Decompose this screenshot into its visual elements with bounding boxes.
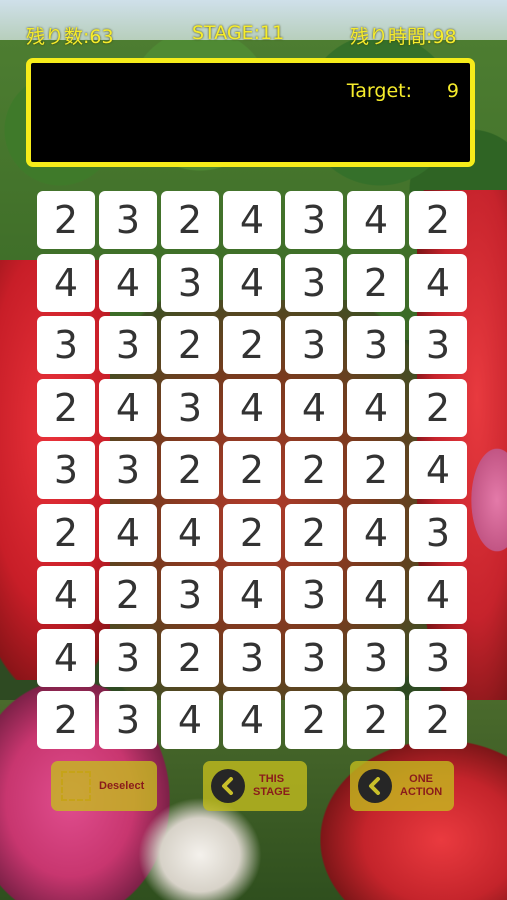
selection-square-icon: [61, 771, 91, 801]
undo-action-button[interactable]: ONE ACTION: [350, 761, 454, 811]
number-tile[interactable]: 2: [37, 691, 95, 749]
target-label: Target:: [346, 80, 412, 102]
number-tile[interactable]: 4: [161, 691, 219, 749]
number-tile[interactable]: 4: [409, 566, 467, 624]
number-tile[interactable]: 2: [347, 691, 405, 749]
one-action-label-1: ONE: [409, 773, 433, 785]
number-tile[interactable]: 2: [409, 691, 467, 749]
number-tile[interactable]: 4: [99, 378, 157, 437]
number-tile[interactable]: 2: [409, 191, 467, 249]
number-tile[interactable]: 3: [99, 441, 157, 499]
number-tile[interactable]: 4: [37, 628, 95, 687]
number-tile[interactable]: 2: [285, 503, 343, 562]
one-action-label-2: ACTION: [400, 786, 443, 798]
number-tile[interactable]: 4: [37, 253, 95, 312]
number-tile[interactable]: 4: [285, 378, 343, 437]
number-tile[interactable]: 2: [161, 628, 219, 687]
number-tile[interactable]: 3: [99, 316, 157, 374]
number-tile[interactable]: 4: [347, 191, 405, 249]
number-tile[interactable]: 2: [99, 566, 157, 624]
back-arrow-icon: [358, 769, 392, 803]
number-tile[interactable]: 2: [161, 316, 219, 374]
number-tile[interactable]: 3: [409, 316, 467, 374]
number-tile[interactable]: 3: [285, 253, 343, 312]
number-tile[interactable]: 4: [347, 378, 405, 437]
target-value: 9: [446, 80, 459, 102]
number-tile[interactable]: 2: [223, 316, 281, 374]
number-tile[interactable]: 2: [223, 441, 281, 499]
target-panel: Target: 9: [26, 58, 475, 167]
number-tile[interactable]: 2: [37, 503, 95, 562]
remaining-time: 残り時間:98: [350, 26, 457, 48]
back-arrow-icon: [211, 769, 245, 803]
deselect-label: Deselect: [99, 779, 145, 792]
number-tile[interactable]: 3: [161, 566, 219, 624]
number-grid: 2324342443432433223332434442332222424422…: [37, 191, 471, 749]
number-tile[interactable]: 4: [223, 191, 281, 249]
number-tile[interactable]: 3: [347, 628, 405, 687]
number-tile[interactable]: 3: [285, 191, 343, 249]
number-tile[interactable]: 3: [99, 628, 157, 687]
deselect-button[interactable]: Deselect: [51, 761, 157, 811]
number-tile[interactable]: 2: [37, 191, 95, 249]
number-tile[interactable]: 3: [223, 628, 281, 687]
number-tile[interactable]: 4: [99, 253, 157, 312]
number-tile[interactable]: 2: [285, 691, 343, 749]
number-tile[interactable]: 2: [409, 378, 467, 437]
number-tile[interactable]: 3: [161, 253, 219, 312]
number-tile[interactable]: 4: [99, 503, 157, 562]
number-tile[interactable]: 3: [409, 503, 467, 562]
stage-number: STAGE:11: [192, 22, 285, 44]
number-tile[interactable]: 4: [347, 566, 405, 624]
number-tile[interactable]: 4: [223, 691, 281, 749]
number-tile[interactable]: 4: [347, 503, 405, 562]
number-tile[interactable]: 2: [285, 441, 343, 499]
number-tile[interactable]: 3: [285, 566, 343, 624]
number-tile[interactable]: 2: [223, 503, 281, 562]
number-tile[interactable]: 4: [161, 503, 219, 562]
number-tile[interactable]: 2: [161, 191, 219, 249]
number-tile[interactable]: 3: [161, 378, 219, 437]
number-tile[interactable]: 3: [37, 316, 95, 374]
number-tile[interactable]: 3: [99, 191, 157, 249]
this-stage-label-1: THIS: [259, 773, 285, 785]
remaining-count: 残り数:63: [26, 26, 114, 48]
number-tile[interactable]: 4: [223, 378, 281, 437]
number-tile[interactable]: 3: [347, 316, 405, 374]
number-tile[interactable]: 3: [99, 691, 157, 749]
number-tile[interactable]: 2: [37, 378, 95, 437]
number-tile[interactable]: 4: [223, 566, 281, 624]
number-tile[interactable]: 2: [347, 253, 405, 312]
number-tile[interactable]: 2: [161, 441, 219, 499]
number-tile[interactable]: 4: [223, 253, 281, 312]
number-tile[interactable]: 4: [37, 566, 95, 624]
number-tile[interactable]: 2: [347, 441, 405, 499]
number-tile[interactable]: 4: [409, 441, 467, 499]
number-tile[interactable]: 4: [409, 253, 467, 312]
undo-stage-button[interactable]: THIS STAGE: [203, 761, 307, 811]
number-tile[interactable]: 3: [285, 316, 343, 374]
this-stage-label-2: STAGE: [253, 786, 291, 798]
number-tile[interactable]: 3: [285, 628, 343, 687]
number-tile[interactable]: 3: [37, 441, 95, 499]
number-tile[interactable]: 3: [409, 628, 467, 687]
